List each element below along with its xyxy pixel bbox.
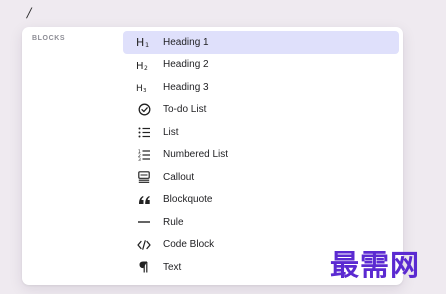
callout-icon	[133, 169, 155, 185]
menu-item-rule[interactable]: Rule	[123, 211, 399, 234]
heading1-icon: H1	[133, 34, 155, 50]
svg-text:3: 3	[138, 157, 141, 161]
numbered-list-icon: 123	[133, 147, 155, 163]
page: / BLOCKS H1 Heading 1 H2 Heading 2 H3 He…	[0, 0, 446, 294]
watermark-logo: 最需网	[330, 246, 442, 284]
menu-item-callout[interactable]: Callout	[123, 166, 399, 189]
menu-item-label: Heading 3	[163, 81, 209, 93]
menu-item-numbered-list[interactable]: 123 Numbered List	[123, 144, 399, 167]
menu-item-label: Callout	[163, 171, 195, 183]
menu-item-label: Numbered List	[163, 149, 229, 161]
menu-item-list[interactable]: List	[123, 121, 399, 144]
svg-text:H: H	[136, 61, 144, 71]
menu-item-label: Heading 2	[163, 59, 209, 71]
menu-item-label: Code Block	[163, 239, 215, 251]
slash-command-text: /	[27, 6, 32, 21]
heading3-icon: H3	[133, 79, 155, 95]
menu-item-blockquote[interactable]: Blockquote	[123, 189, 399, 212]
svg-text:1: 1	[145, 41, 149, 48]
check-circle-icon	[133, 102, 155, 118]
svg-text:3: 3	[143, 88, 147, 93]
pilcrow-icon	[133, 259, 155, 275]
menu-item-label: Blockquote	[163, 194, 213, 206]
code-icon	[133, 237, 155, 253]
menu-item-label: List	[163, 126, 179, 138]
menu-item-label: Rule	[163, 216, 184, 228]
menu-item-heading-1[interactable]: H1 Heading 1	[123, 31, 399, 54]
svg-text:2: 2	[144, 65, 148, 71]
rule-icon	[133, 214, 155, 230]
svg-text:H: H	[136, 36, 144, 48]
menu-item-heading-3[interactable]: H3 Heading 3	[123, 76, 399, 99]
block-menu-list: H1 Heading 1 H2 Heading 2 H3 Heading 3 T…	[123, 31, 399, 279]
menu-item-label: Text	[163, 261, 182, 273]
svg-text:H: H	[136, 84, 143, 93]
bullet-list-icon	[133, 124, 155, 140]
menu-item-label: To-do List	[163, 104, 207, 116]
menu-item-label: Heading 1	[163, 36, 209, 48]
menu-item-heading-2[interactable]: H2 Heading 2	[123, 54, 399, 77]
menu-item-todo-list[interactable]: To-do List	[123, 99, 399, 122]
quote-icon	[133, 192, 155, 208]
watermark-text: 最需网	[330, 248, 421, 282]
heading2-icon: H2	[133, 57, 155, 73]
section-label: BLOCKS	[32, 35, 66, 42]
